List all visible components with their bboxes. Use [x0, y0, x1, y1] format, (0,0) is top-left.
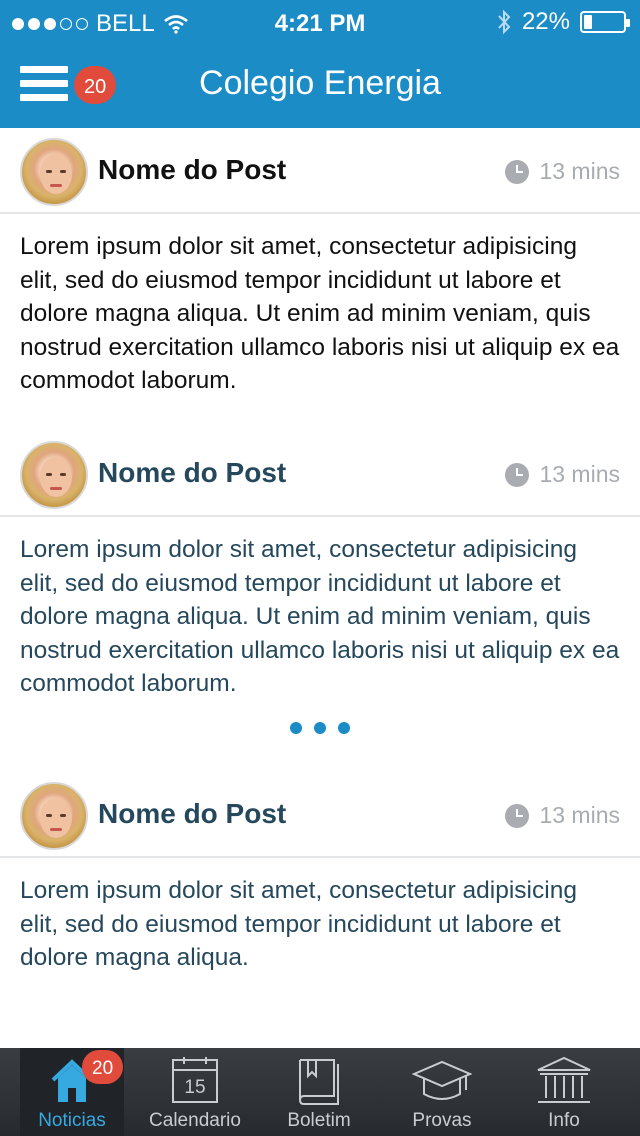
post-title: Nome do Post	[98, 154, 287, 185]
app-header: BELL 4:21 PM 22% 20 Colegio Energia	[0, 0, 640, 128]
more-dots-icon[interactable]	[290, 722, 350, 734]
post-header: Nome do Post 13 mins	[0, 772, 640, 858]
tab-bar: 20 Noticias 15 Calendario Boletim Provas…	[0, 1048, 640, 1136]
post-timestamp: 13 mins	[505, 158, 620, 185]
post-timestamp: 13 mins	[505, 461, 620, 488]
battery-level	[584, 15, 592, 29]
tab-calendario[interactable]: 15 Calendario	[124, 1048, 266, 1136]
status-bar: BELL 4:21 PM 22%	[0, 0, 640, 46]
battery-percent: 22%	[521, 8, 570, 35]
avatar	[20, 782, 88, 850]
post-body: Lorem ipsum dolor sit amet, consectetur …	[20, 536, 620, 697]
avatar	[20, 138, 88, 206]
post-time-text: 13 mins	[539, 158, 620, 184]
post-body: Lorem ipsum dolor sit amet, consectetur …	[20, 233, 620, 394]
tab-noticias[interactable]: 20 Noticias	[20, 1048, 124, 1136]
building-icon	[512, 1056, 616, 1106]
nav-bar: 20 Colegio Energia	[0, 46, 640, 128]
status-right: 22%	[496, 8, 630, 36]
bluetooth-icon	[498, 9, 511, 35]
avatar	[20, 441, 88, 509]
post-card[interactable]: Nome do Post 13 mins Lorem ipsum dolor s…	[0, 431, 640, 701]
post-timestamp: 13 mins	[505, 802, 620, 829]
tab-boletim[interactable]: Boletim	[266, 1048, 372, 1136]
post-header: Nome do Post 13 mins	[0, 128, 640, 214]
post-title: Nome do Post	[98, 457, 287, 488]
page-title: Colegio Energia	[199, 64, 441, 102]
post-body: Lorem ipsum dolor sit amet, consectetur …	[20, 877, 577, 971]
post-time-text: 13 mins	[539, 461, 620, 487]
graduation-cap-icon	[372, 1056, 512, 1106]
post-title: Nome do Post	[98, 798, 287, 829]
tab-label: Info	[548, 1110, 580, 1131]
post-card[interactable]: Nome do Post 13 mins Lorem ipsum dolor s…	[0, 772, 640, 975]
tab-label: Calendario	[149, 1110, 241, 1131]
clock-icon	[505, 462, 530, 487]
notification-badge: 20	[82, 1050, 124, 1084]
book-icon	[266, 1056, 372, 1106]
tab-provas[interactable]: Provas	[372, 1048, 512, 1136]
tab-info[interactable]: Info	[512, 1048, 616, 1136]
tab-label: Boletim	[287, 1110, 351, 1131]
post-header: Nome do Post 13 mins	[0, 431, 640, 517]
clock-icon	[505, 803, 530, 828]
clock-icon	[505, 159, 530, 184]
calendar-icon: 15	[124, 1056, 266, 1106]
tab-label: Noticias	[38, 1110, 106, 1131]
tab-label: Provas	[412, 1110, 472, 1131]
calendar-day: 15	[184, 1077, 205, 1098]
post-card[interactable]: Nome do Post 13 mins Lorem ipsum dolor s…	[0, 128, 640, 398]
post-time-text: 13 mins	[539, 802, 620, 828]
battery-icon	[580, 11, 630, 33]
